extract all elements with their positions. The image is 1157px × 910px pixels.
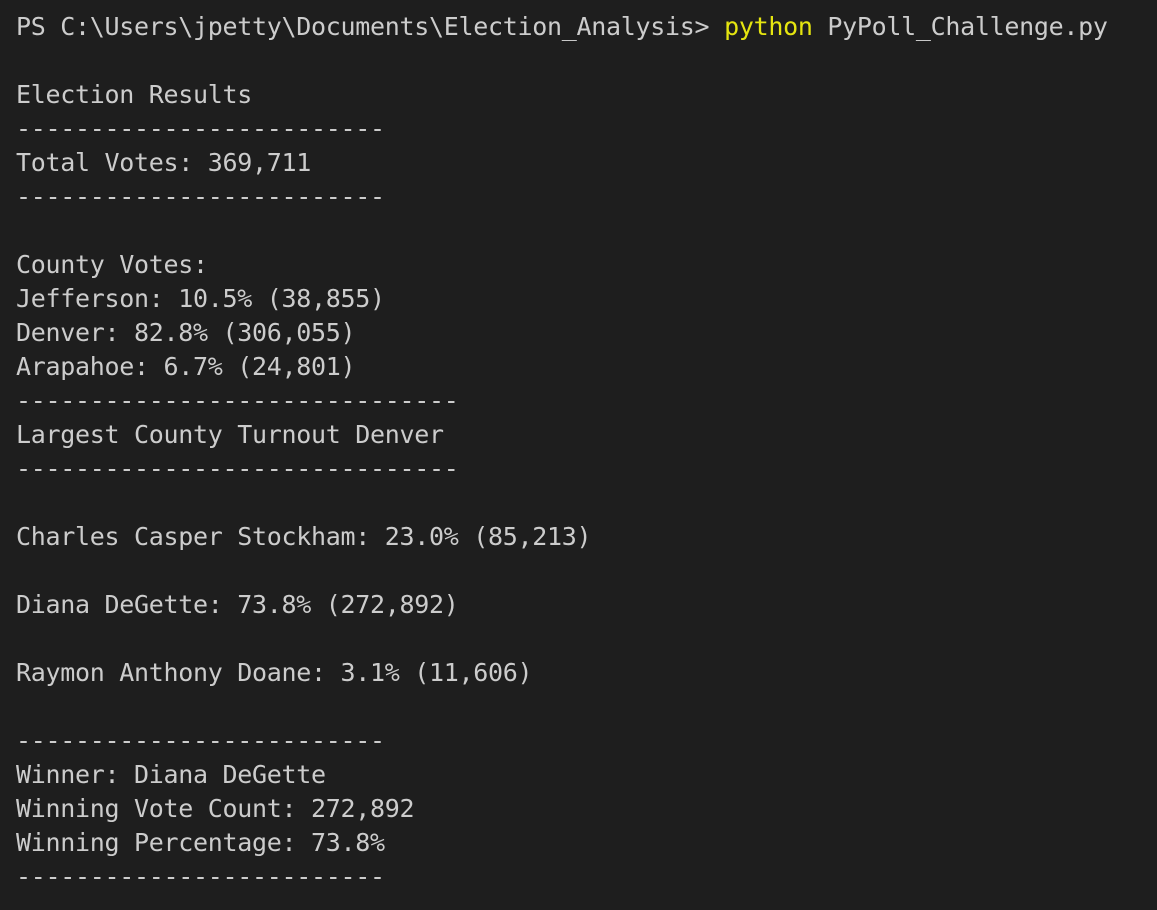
total-votes-line: Total Votes: 369,711 [16, 148, 312, 177]
county-votes-heading: County Votes: [16, 250, 208, 279]
county-result-denver: Denver: 82.8% (306,055) [16, 318, 356, 347]
divider-line: ------------------------- [16, 862, 385, 891]
divider-line: ------------------------- [16, 726, 385, 755]
command-line: PS C:\Users\jpetty\Documents\Election_An… [16, 10, 1157, 44]
county-result-jefferson: Jefferson: 10.5% (38,855) [16, 284, 385, 313]
divider-line: ------------------------- [16, 114, 385, 143]
divider-line: ------------------------------ [16, 454, 459, 483]
candidate-result-stockham: Charles Casper Stockham: 23.0% (85,213) [16, 522, 592, 551]
winner-line: Winner: Diana DeGette [16, 760, 326, 789]
candidate-result-doane: Raymon Anthony Doane: 3.1% (11,606) [16, 658, 533, 687]
divider-line: ------------------------- [16, 182, 385, 211]
winning-percentage-line: Winning Percentage: 73.8% [16, 828, 385, 857]
results-heading: Election Results [16, 80, 253, 109]
command-name: python [724, 12, 813, 41]
largest-county-line: Largest County Turnout Denver [16, 420, 444, 449]
divider-line: ------------------------------ [16, 386, 459, 415]
terminal-window[interactable]: PS C:\Users\jpetty\Documents\Election_An… [0, 0, 1157, 910]
command-args: PyPoll_Challenge.py [812, 12, 1108, 41]
winning-vote-count-line: Winning Vote Count: 272,892 [16, 794, 415, 823]
candidate-result-degette: Diana DeGette: 73.8% (272,892) [16, 590, 459, 619]
county-result-arapahoe: Arapahoe: 6.7% (24,801) [16, 352, 356, 381]
prompt-path: PS C:\Users\jpetty\Documents\Election_An… [16, 12, 725, 41]
